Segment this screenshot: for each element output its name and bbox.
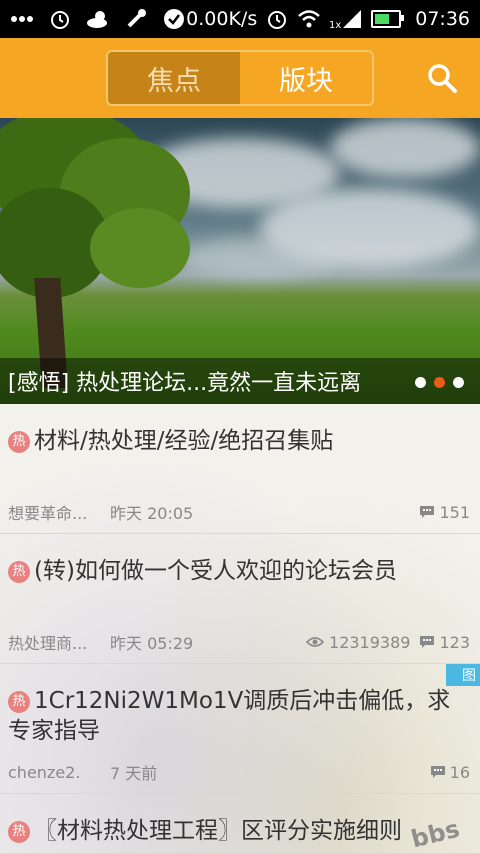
banner-carousel[interactable]: [感悟] 热处理论坛...竟然一直未远离	[0, 118, 480, 404]
comment-count: 123	[439, 632, 470, 652]
tab-switcher: 焦点 版块	[106, 50, 374, 106]
app-header: 焦点 版块	[0, 38, 480, 118]
weather-icon	[86, 7, 110, 31]
banner-caption: [感悟] 热处理论坛...竟然一直未远离	[0, 358, 480, 404]
post-meta: chenze2. 7 天前 16	[8, 761, 470, 784]
post-title: 热 1Cr12Ni2W1Mo1V调质后冲击偏低，求专家指导	[8, 686, 470, 746]
tools-icon	[124, 7, 148, 31]
post-title: 热〖材料热处理工程〗区评分实施细则	[8, 816, 470, 846]
post-title-text: 材料/热处理/经验/绝招召集贴	[34, 428, 334, 454]
tab-focus[interactable]: 焦点	[108, 52, 240, 104]
hot-badge: 热	[8, 431, 30, 453]
status-bar: 0.00K/s 1x 07:36	[0, 0, 480, 38]
post-time: 昨天 05:29	[110, 634, 194, 653]
carousel-indicator	[415, 377, 464, 388]
comment-icon	[430, 766, 445, 778]
battery-icon	[371, 10, 405, 28]
check-circle-icon	[162, 7, 186, 31]
post-title: 热 (转)如何做一个受人欢迎的论坛会员	[8, 556, 470, 586]
post-meta: 想要革命... 昨天 20:05 151	[8, 501, 470, 524]
post-title-text: 1Cr12Ni2W1Mo1V调质后冲击偏低，求专家指导	[8, 688, 451, 744]
net-speed: 0.00K/s	[186, 8, 258, 30]
carousel-dot-active	[434, 377, 445, 388]
post-title-text: 〖材料热处理工程〗区评分实施细则	[34, 818, 402, 844]
post-meta: 热处理商... 昨天 05:29 12319389 123	[8, 631, 470, 654]
clock: 07:36	[415, 8, 470, 30]
post-item[interactable]: 热 (转)如何做一个受人欢迎的论坛会员 热处理商... 昨天 05:29 1231…	[0, 534, 480, 664]
comment-count: 16	[449, 762, 470, 782]
carousel-dot	[453, 377, 464, 388]
network-label: 1x	[329, 20, 341, 30]
comment-icon	[420, 636, 435, 648]
post-time: 7 天前	[110, 764, 158, 783]
post-title: 热材料/热处理/经验/绝招召集贴	[8, 426, 470, 456]
search-button[interactable]	[426, 62, 458, 94]
post-author: chenze2.	[8, 762, 81, 782]
view-count: 12319389	[329, 632, 411, 652]
more-dots-icon	[10, 7, 34, 31]
banner-title: [感悟] 热处理论坛...竟然一直未远离	[8, 371, 362, 396]
search-icon	[428, 64, 457, 93]
post-time: 昨天 20:05	[110, 504, 194, 523]
alarm-icon	[48, 7, 72, 31]
post-item[interactable]: 热材料/热处理/经验/绝招召集贴 想要革命... 昨天 20:05 151	[0, 404, 480, 534]
comment-icon	[420, 506, 435, 518]
post-author: 热处理商...	[8, 634, 88, 653]
post-list: 热材料/热处理/经验/绝招召集贴 想要革命... 昨天 20:05 151 热(…	[0, 404, 480, 854]
signal-icon: 1x	[329, 7, 363, 31]
post-item[interactable]: 热〖材料热处理工程〗区评分实施细则	[0, 794, 480, 854]
post-title-text: (转)如何做一个受人欢迎的论坛会员	[34, 558, 397, 584]
tab-boards[interactable]: 版块	[240, 52, 372, 104]
post-item[interactable]: 图 热 1Cr12Ni2W1Mo1V调质后冲击偏低，求专家指导 chenze2. …	[0, 664, 480, 794]
hot-badge: 热	[8, 691, 30, 713]
eye-icon	[306, 637, 325, 647]
hot-badge: 热	[8, 561, 30, 583]
carousel-dot	[415, 377, 426, 388]
hot-badge: 热	[8, 821, 30, 843]
wifi-icon	[297, 7, 321, 31]
alarm-clock-icon	[265, 7, 289, 31]
image-tag: 图	[446, 664, 480, 686]
comment-count: 151	[439, 502, 470, 522]
post-author: 想要革命...	[8, 504, 88, 523]
